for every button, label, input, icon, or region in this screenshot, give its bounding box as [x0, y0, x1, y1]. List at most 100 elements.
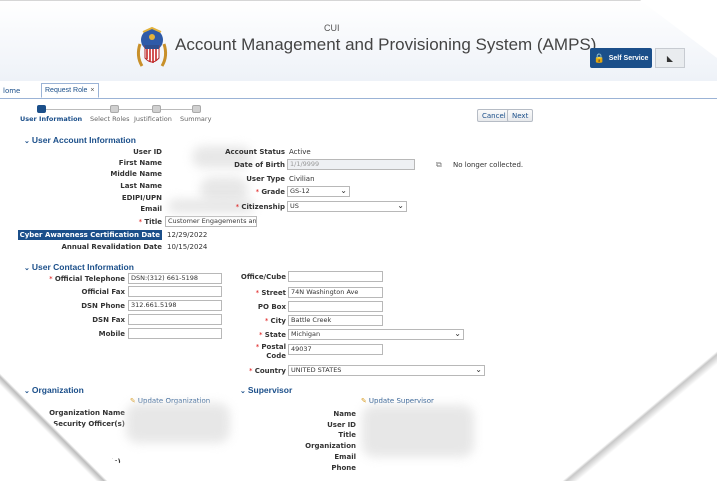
section-organization[interactable]: ⌄ Organization [24, 385, 84, 395]
step-dot-select-roles[interactable] [110, 105, 119, 113]
calendar-icon: ⧉ [436, 160, 442, 169]
step-dot-justification[interactable] [152, 105, 161, 113]
supervisor-user-id-label: User ID [327, 421, 356, 429]
postal-code-field[interactable]: 49037 [288, 344, 383, 355]
cui-marking: CUI [324, 23, 340, 33]
cyber-awareness-label: Cyber Awareness Certification Date [17, 230, 162, 240]
po-box-label: PO Box [257, 303, 286, 311]
step-summary[interactable]: Summary [180, 115, 211, 123]
user-type-value: Civilian [289, 175, 315, 183]
city-label: * City [264, 317, 286, 325]
dob-label: Date of Birth [234, 161, 285, 169]
tab-request-role[interactable]: Request Role × [41, 83, 99, 98]
dob-field: 1/1/9999 [287, 159, 415, 170]
section-supervisor[interactable]: ⌄ Supervisor [240, 385, 292, 395]
dsn-phone-label: DSN Phone [81, 302, 125, 310]
update-supervisor-label: Update Supervisor [368, 397, 434, 405]
redacted-organization [126, 403, 230, 443]
app-title: Account Management and Provisioning Syst… [175, 35, 597, 54]
supervisor-email-label: Email [334, 453, 356, 461]
state-select[interactable]: Michigan [288, 329, 464, 340]
citizenship-label: * Citizenship [235, 203, 285, 211]
official-telephone-label-text: Official Telephone [54, 275, 125, 283]
step-dot-summary[interactable] [192, 105, 201, 113]
step-user-information[interactable]: User Information [20, 115, 82, 123]
email-label: Email [140, 205, 162, 213]
tab-home[interactable]: lome [0, 83, 23, 98]
next-button[interactable]: Next [507, 109, 534, 122]
citizenship-select[interactable]: US [287, 201, 407, 212]
organization-name-label: Organization Name [49, 409, 125, 417]
dsn-fax-label: DSN Fax [92, 316, 125, 324]
account-status-value: Active [289, 148, 311, 156]
self-service-button[interactable]: 🔒 Self Service [590, 48, 652, 68]
app-header: CUI Account Management and Provisioning … [0, 1, 717, 81]
section-contact[interactable]: ⌄ User Contact Information [24, 262, 134, 272]
middle-name-label: Middle Name [110, 170, 162, 178]
dsn-phone-field[interactable]: 312.661.5198 [128, 300, 222, 311]
collapse-icon: ⌄ [24, 138, 30, 145]
title-label-text: Title [144, 218, 162, 226]
title-field[interactable]: Customer Engagements and [165, 216, 257, 227]
postal-code-label-line1: Postal [261, 343, 286, 351]
user-menu-icon: ◣ [666, 53, 674, 63]
country-label: * Country [248, 367, 286, 375]
last-name-label: Last Name [120, 182, 162, 190]
country-select[interactable]: UNITED STATES [288, 365, 485, 376]
official-fax-field[interactable] [128, 286, 222, 297]
self-service-label: Self Service [608, 54, 649, 62]
official-fax-label: Official Fax [81, 288, 125, 296]
user-type-label: User Type [246, 175, 285, 183]
tab-bar: lome Request Role × [0, 81, 717, 99]
citizenship-label-text: Citizenship [241, 203, 285, 211]
collapse-icon: ⌄ [24, 265, 30, 272]
grade-label: * Grade [255, 188, 285, 196]
step-justification[interactable]: Justification [134, 115, 172, 123]
account-status-label: Account Status [225, 148, 285, 156]
official-telephone-field[interactable]: DSN:(312) 661-5198 [128, 273, 222, 284]
po-box-field[interactable] [288, 301, 383, 312]
mobile-field[interactable] [128, 328, 222, 339]
street-field[interactable]: 74N Washington Ave [288, 287, 383, 298]
step-dot-user-information[interactable] [37, 105, 46, 113]
supervisor-name-label: Name [333, 410, 356, 418]
office-cube-field[interactable] [288, 271, 383, 282]
dsn-fax-field[interactable] [128, 314, 222, 325]
user-id-label: User ID [133, 148, 162, 156]
cyber-awareness-label-text: Cyber Awareness Certification Date [17, 230, 162, 240]
tab-request-role-label: Request Role [45, 87, 88, 94]
supervisor-organization-label: Organization [305, 442, 356, 450]
state-label-text: State [264, 331, 286, 339]
section-supervisor-title: Supervisor [247, 385, 293, 395]
tab-home-label: lome [3, 86, 21, 95]
postal-code-label: * Postal Code [255, 343, 286, 360]
grade-label-text: Grade [261, 188, 285, 196]
revalidation-label: Annual Revalidation Date [61, 243, 163, 251]
city-field[interactable]: Battle Creek [288, 315, 383, 326]
state-label: * State [259, 331, 286, 339]
office-cube-label: Office/Cube [240, 273, 286, 281]
edipi-label: EDIPI/UPN [121, 194, 162, 202]
security-officer-label: Security Officer(s) [53, 420, 125, 428]
section-user-account[interactable]: ⌄ User Account Information [24, 135, 136, 145]
official-telephone-label: * Official Telephone [49, 275, 125, 283]
city-label-text: City [270, 317, 286, 325]
collapse-icon: ⌄ [240, 388, 246, 395]
officer-label: Officer(s) [84, 458, 121, 466]
section-contact-title: User Contact Information [31, 262, 134, 272]
step-select-roles[interactable]: Select Roles [90, 115, 130, 123]
update-supervisor-link[interactable]: ✎ Update Supervisor [361, 397, 434, 405]
title-label: * Title [138, 218, 162, 226]
street-label: * Street [255, 289, 286, 297]
page: CUI Account Management and Provisioning … [0, 0, 717, 481]
wizard-steps: User Information Select Roles Justificat… [20, 105, 280, 125]
postal-code-label-line2: Code [266, 352, 286, 360]
country-label-text: Country [254, 367, 286, 375]
lock-icon: 🔒 [593, 52, 605, 63]
supervisor-title-label: Title [338, 431, 356, 439]
grade-select[interactable]: GS-12 [287, 186, 350, 197]
close-icon[interactable]: × [90, 87, 94, 94]
mobile-label: Mobile [98, 330, 125, 338]
cancel-button[interactable]: Cancel [477, 109, 511, 122]
header-menu-button[interactable]: ◣ [655, 48, 685, 68]
